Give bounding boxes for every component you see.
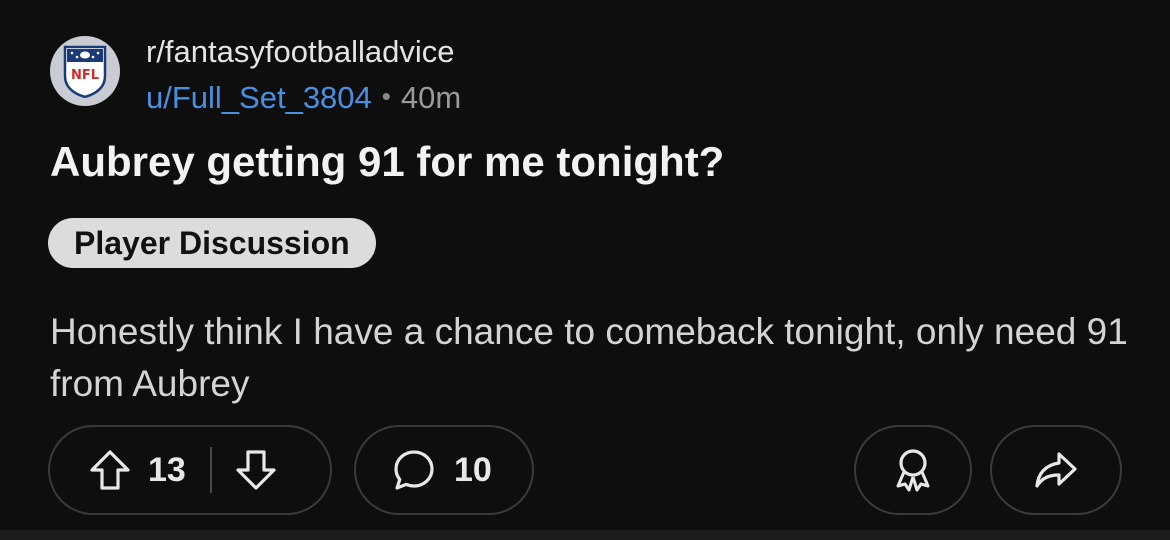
speech-bubble-icon bbox=[392, 448, 436, 492]
post-flair[interactable]: Player Discussion bbox=[48, 218, 376, 268]
comments-button[interactable]: 10 bbox=[354, 425, 534, 515]
nfl-logo-text: NFL bbox=[71, 68, 99, 83]
downvote-button[interactable] bbox=[234, 448, 278, 492]
arrow-down-icon bbox=[236, 450, 276, 490]
nfl-logo-icon: NFL bbox=[63, 45, 107, 98]
author-username[interactable]: u/Full_Set_3804 bbox=[146, 80, 372, 115]
share-arrow-icon bbox=[1033, 448, 1079, 492]
meta-separator: • bbox=[381, 81, 391, 111]
post-card: NFL r/fantasyfootballadvice u/Full_Set_3… bbox=[0, 0, 1170, 540]
vote-control: 13 bbox=[48, 425, 332, 515]
vote-count: 13 bbox=[148, 450, 186, 489]
subreddit-name[interactable]: r/fantasyfootballadvice bbox=[146, 34, 454, 70]
share-button[interactable] bbox=[990, 425, 1122, 515]
award-ribbon-icon bbox=[891, 446, 935, 494]
award-button[interactable] bbox=[854, 425, 972, 515]
comment-count: 10 bbox=[454, 450, 492, 489]
upvote-button[interactable] bbox=[88, 448, 132, 492]
arrow-up-icon bbox=[90, 450, 130, 490]
post-separator-bar bbox=[0, 530, 1170, 540]
post-meta: u/Full_Set_3804 • 40m bbox=[146, 80, 461, 116]
post-title[interactable]: Aubrey getting 91 for me tonight? bbox=[50, 138, 724, 186]
subreddit-avatar[interactable]: NFL bbox=[50, 36, 120, 106]
vote-divider bbox=[209, 447, 212, 493]
post-body: Honestly think I have a chance to comeba… bbox=[50, 311, 1128, 404]
post-age: 40m bbox=[400, 80, 462, 115]
